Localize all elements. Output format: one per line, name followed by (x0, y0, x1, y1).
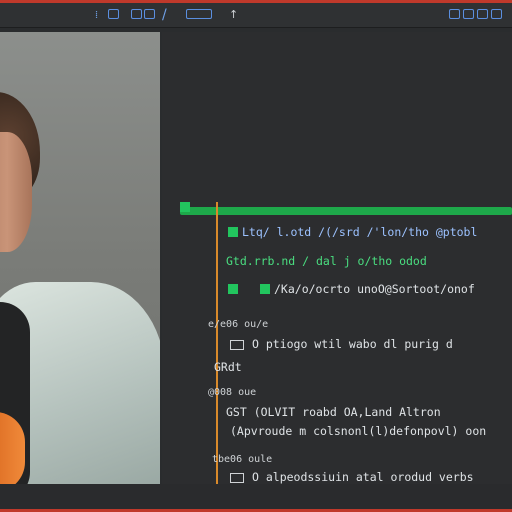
fold-icon[interactable] (260, 284, 270, 294)
close-icon[interactable] (491, 9, 502, 19)
pin-icon[interactable]: ↑ (229, 8, 238, 21)
webcam-overlay (0, 32, 160, 484)
code-editor-panel[interactable]: Ltq/ l.otd /(/srd /'lon/tho @ptobl Gtd.r… (162, 32, 512, 484)
code-line-3: /Ka/o/ocrto unoO@Sortoot/onof (274, 282, 475, 296)
file-icon[interactable] (230, 339, 244, 350)
settings-icon[interactable] (108, 9, 119, 19)
file-icon[interactable] (230, 472, 244, 483)
code-line-6: GRdt (214, 360, 242, 374)
grid-icon[interactable] (131, 9, 142, 19)
restore-icon[interactable] (477, 9, 488, 19)
code-line-10: tbe06 oule (212, 454, 273, 465)
bottom-strip (0, 484, 512, 509)
code-line-4: e/e06 ou/e (208, 319, 269, 330)
code-line-8: GST (OLVIT roabd OA,Land Altron (226, 405, 441, 419)
code-line-5: O ptiogo wtil wabo dl purig d (230, 337, 453, 351)
maximize-icon[interactable] (463, 9, 474, 19)
slash-icon[interactable]: / (162, 7, 167, 23)
fold-icon[interactable] (228, 284, 238, 294)
fold-icon[interactable] (228, 227, 238, 237)
code-line-2: Gtd.rrb.nd / dal j o/tho odod (226, 254, 427, 268)
code-line-11: O alpeodssiuin atal orodud verbs (230, 470, 474, 484)
code-line-1: Ltq/ l.otd /(/srd /'lon/tho @ptobl (242, 225, 478, 239)
code-line-7: @008 oue (208, 387, 257, 398)
breakpoint-icon[interactable] (180, 202, 190, 212)
minimize-icon[interactable] (449, 9, 460, 19)
active-line-highlight (180, 207, 512, 215)
window-icon[interactable] (144, 9, 155, 19)
edit-icon[interactable]: ⁞ (95, 8, 98, 21)
toolbar: ⁞ / ↑ (0, 3, 512, 28)
code-line-9: (Apvroude m colsnonl(l)defonpovl) oon (230, 424, 487, 438)
window-icon[interactable] (186, 9, 212, 19)
indent-guide (216, 202, 218, 484)
